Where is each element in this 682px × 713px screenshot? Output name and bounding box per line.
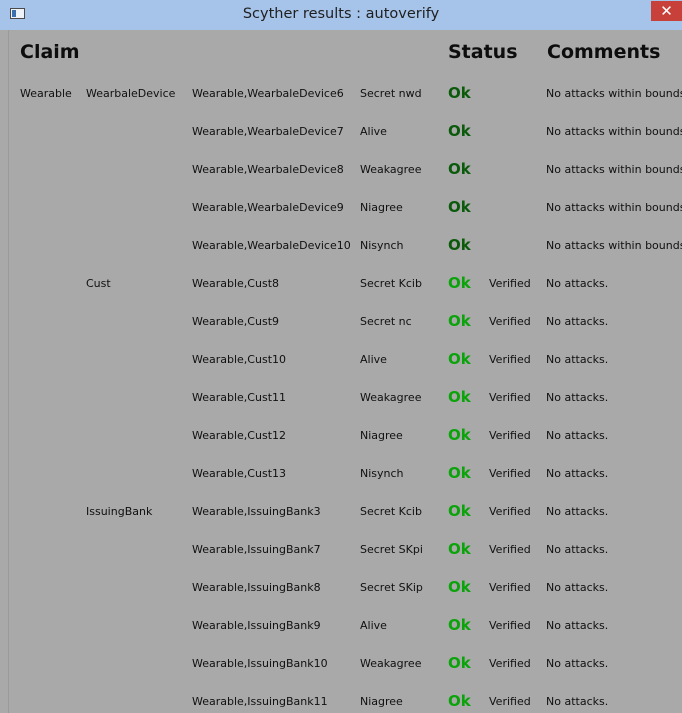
status-ok-label: Ok bbox=[448, 84, 471, 102]
status-ok-label: Ok bbox=[448, 692, 471, 710]
verified-cell: Verified bbox=[489, 429, 531, 442]
status-ok-label: Ok bbox=[448, 160, 471, 178]
claim-type-cell: Nisynch bbox=[360, 239, 404, 252]
claim-id-cell: Wearable,WearbaleDevice6 bbox=[192, 87, 344, 100]
comment-cell: No attacks. bbox=[546, 315, 609, 328]
claim-id-cell: Wearable,WearbaleDevice9 bbox=[192, 201, 344, 214]
comment-cell: No attacks within bounds. bbox=[546, 87, 682, 100]
verified-cell: Verified bbox=[489, 543, 531, 556]
comment-cell: No attacks. bbox=[546, 467, 609, 480]
claim-id-cell: Wearable,Cust8 bbox=[192, 277, 280, 290]
verified-cell: Verified bbox=[489, 467, 531, 480]
comment-cell: No attacks. bbox=[546, 277, 609, 290]
claim-id-cell: Wearable,WearbaleDevice10 bbox=[192, 239, 351, 252]
comment-cell: No attacks. bbox=[546, 657, 609, 670]
status-ok-label: Ok bbox=[448, 236, 471, 254]
close-button[interactable]: ✕ bbox=[651, 1, 682, 21]
comment-cell: No attacks within bounds. bbox=[546, 125, 682, 138]
status-ok-label: Ok bbox=[448, 616, 471, 634]
claim-type-cell: Weakagree bbox=[360, 163, 422, 176]
comment-cell: No attacks. bbox=[546, 619, 609, 632]
role-cell: WearbaleDevice bbox=[86, 87, 176, 100]
results-panel: Claim Status Comments Wearable WearbaleDe… bbox=[8, 30, 682, 713]
claim-type-cell: Secret nc bbox=[360, 315, 412, 328]
claim-id-cell: Wearable,IssuingBank9 bbox=[192, 619, 321, 632]
status-ok-label: Ok bbox=[448, 426, 471, 444]
claim-id-cell: Wearable,WearbaleDevice8 bbox=[192, 163, 344, 176]
claim-id-cell: Wearable,IssuingBank3 bbox=[192, 505, 321, 518]
claim-type-cell: Weakagree bbox=[360, 391, 422, 404]
verified-cell: Verified bbox=[489, 619, 531, 632]
verified-cell: Verified bbox=[489, 353, 531, 366]
comments-header: Comments bbox=[547, 41, 661, 63]
status-ok-label: Ok bbox=[448, 312, 471, 330]
comment-cell: No attacks. bbox=[546, 695, 609, 708]
claim-id-cell: Wearable,Cust10 bbox=[192, 353, 286, 366]
claim-header: Claim bbox=[20, 41, 80, 63]
verified-cell: Verified bbox=[489, 391, 531, 404]
claim-id-cell: Wearable,IssuingBank8 bbox=[192, 581, 321, 594]
comment-cell: No attacks. bbox=[546, 353, 609, 366]
claim-type-cell: Nisynch bbox=[360, 467, 404, 480]
role-cell: IssuingBank bbox=[86, 505, 153, 518]
claim-type-cell: Alive bbox=[360, 619, 387, 632]
claim-id-cell: Wearable,Cust12 bbox=[192, 429, 286, 442]
status-ok-label: Ok bbox=[448, 388, 471, 406]
claim-type-cell: Niagree bbox=[360, 695, 403, 708]
comment-cell: No attacks. bbox=[546, 429, 609, 442]
status-ok-label: Ok bbox=[448, 350, 471, 368]
protocol-cell: Wearable bbox=[20, 87, 72, 100]
claim-type-cell: Alive bbox=[360, 125, 387, 138]
claim-type-cell: Secret SKip bbox=[360, 581, 423, 594]
claim-id-cell: Wearable,IssuingBank7 bbox=[192, 543, 321, 556]
claim-id-cell: Wearable,WearbaleDevice7 bbox=[192, 125, 344, 138]
window-title: Scyther results : autoverify bbox=[242, 6, 440, 22]
verified-cell: Verified bbox=[489, 695, 531, 708]
status-ok-label: Ok bbox=[448, 654, 471, 672]
comment-cell: No attacks. bbox=[546, 391, 609, 404]
status-ok-label: Ok bbox=[448, 502, 471, 520]
status-ok-label: Ok bbox=[448, 122, 471, 140]
verified-cell: Verified bbox=[489, 315, 531, 328]
status-header: Status bbox=[448, 41, 518, 63]
verified-cell: Verified bbox=[489, 657, 531, 670]
claim-type-cell: Secret SKpi bbox=[360, 543, 423, 556]
claim-type-cell: Niagree bbox=[360, 201, 403, 214]
comment-cell: No attacks. bbox=[546, 543, 609, 556]
claim-type-cell: Alive bbox=[360, 353, 387, 366]
claim-id-cell: Wearable,IssuingBank11 bbox=[192, 695, 328, 708]
role-cell: Cust bbox=[86, 277, 111, 290]
status-ok-label: Ok bbox=[448, 464, 471, 482]
status-ok-label: Ok bbox=[448, 274, 471, 292]
claim-id-cell: Wearable,Cust9 bbox=[192, 315, 280, 328]
comment-cell: No attacks within bounds. bbox=[546, 163, 682, 176]
claim-id-cell: Wearable,Cust13 bbox=[192, 467, 286, 480]
claim-type-cell: Secret Kcib bbox=[360, 505, 422, 518]
claim-type-cell: Weakagree bbox=[360, 657, 422, 670]
title-bar: Scyther results : autoverify ✕ bbox=[0, 0, 682, 30]
claim-id-cell: Wearable,Cust11 bbox=[192, 391, 286, 404]
claim-type-cell: Secret nwd bbox=[360, 87, 422, 100]
verified-cell: Verified bbox=[489, 581, 531, 594]
status-ok-label: Ok bbox=[448, 578, 471, 596]
claim-id-cell: Wearable,IssuingBank10 bbox=[192, 657, 328, 670]
comment-cell: No attacks. bbox=[546, 581, 609, 594]
status-ok-label: Ok bbox=[448, 540, 471, 558]
claim-type-cell: Niagree bbox=[360, 429, 403, 442]
claim-type-cell: Secret Kcib bbox=[360, 277, 422, 290]
comment-cell: No attacks within bounds. bbox=[546, 239, 682, 252]
verified-cell: Verified bbox=[489, 277, 531, 290]
verified-cell: Verified bbox=[489, 505, 531, 518]
comment-cell: No attacks. bbox=[546, 505, 609, 518]
status-ok-label: Ok bbox=[448, 198, 471, 216]
comment-cell: No attacks within bounds. bbox=[546, 201, 682, 214]
